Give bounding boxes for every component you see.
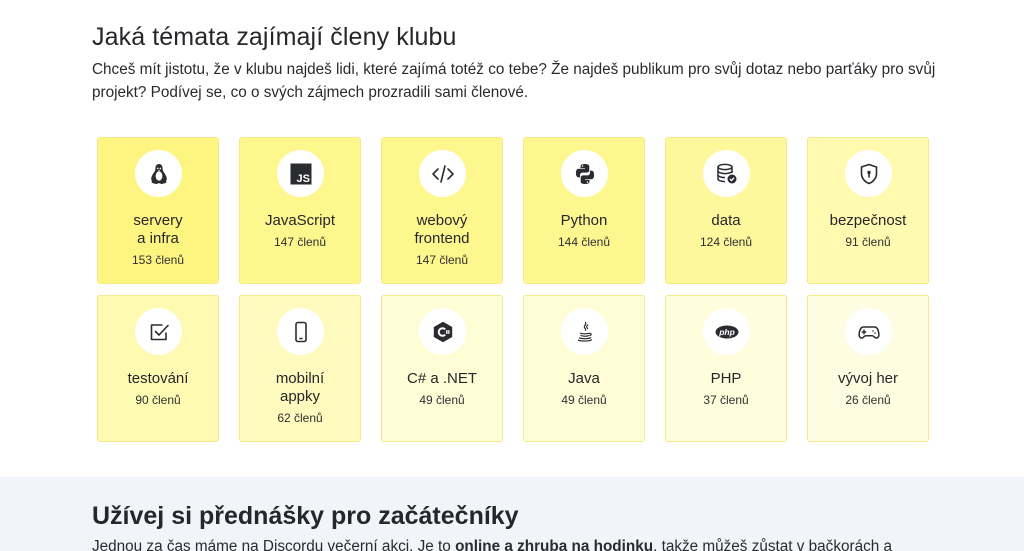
gamepad-icon [845, 308, 892, 355]
topic-member-count: 49 členů [419, 393, 465, 407]
topic-card-4: data 124 členů [665, 137, 787, 284]
topic-member-count: 49 členů [561, 393, 607, 407]
csharp-icon [419, 308, 466, 355]
topic-member-count: 153 členů [131, 253, 185, 267]
topic-member-count: 124 členů [699, 235, 753, 249]
topic-card-8: C# a .NET 49 členů [381, 295, 503, 442]
topic-card-3: Python 144 členů [523, 137, 645, 284]
javascript-icon: JS [277, 150, 324, 197]
python-icon [561, 150, 608, 197]
topic-name: webový frontend [414, 212, 470, 247]
topic-card-7: mobilní appky 62 členů [239, 295, 361, 442]
topic-card-6: testování 90 členů [97, 295, 219, 442]
topic-member-count: 144 členů [557, 235, 611, 249]
php-icon: php [703, 308, 750, 355]
topics-heading: Jaká témata zajímají členy klubu [92, 23, 457, 51]
code-icon [419, 150, 466, 197]
topics-grid: servery a infra 153 členů JS JavaScript 147 … [97, 137, 929, 442]
topic-name: servery a infra [133, 212, 183, 247]
talks-description-start: Jednou za čas máme na Discordu večerní a… [92, 538, 456, 551]
topic-card-9: Java 49 členů [523, 295, 645, 442]
topic-card-1: JS JavaScript 147 členů [239, 137, 361, 284]
topic-card-10: php PHP 37 členů [665, 295, 787, 442]
topic-name: Java [568, 370, 600, 387]
svg-text:JS: JS [296, 173, 309, 185]
topic-name: vývoj her [837, 370, 899, 387]
topic-card-5: bezpečnost 91 členů [807, 137, 929, 284]
checkbox-icon [135, 308, 182, 355]
topic-member-count: 26 členů [845, 393, 891, 407]
smartphone-icon [277, 308, 324, 355]
talks-description: Jednou za čas máme na Discordu večerní a… [92, 538, 992, 551]
talks-description-bold: online a zhruba na hodinku [455, 538, 654, 551]
talks-heading: Užívej si přednášky pro začátečníky [92, 502, 519, 530]
topic-name: JavaScript [264, 212, 336, 229]
topic-card-11: vývoj her 26 členů [807, 295, 929, 442]
topic-member-count: 147 členů [273, 235, 327, 249]
linux-tux-icon [135, 150, 182, 197]
topics-section: Jaká témata zajímají členy klubu Chceš m… [0, 0, 1024, 477]
topic-member-count: 91 členů [845, 235, 891, 249]
database-icon [703, 150, 750, 197]
topic-name: Python [560, 212, 608, 229]
topic-name: bezpečnost [829, 212, 907, 229]
topic-name: PHP [710, 370, 742, 387]
talks-section: Užívej si přednášky pro začátečníky Jedn… [0, 477, 1024, 551]
shield-icon [845, 150, 892, 197]
topics-description: Chceš mít jistotu, že v klubu najdeš lid… [92, 61, 936, 101]
topic-name: C# a .NET [406, 370, 478, 387]
topic-card-2: webový frontend 147 členů [381, 137, 503, 284]
topic-member-count: 62 členů [277, 411, 323, 425]
topic-member-count: 37 členů [703, 393, 749, 407]
topic-card-0: servery a infra 153 členů [97, 137, 219, 284]
svg-text:php: php [718, 327, 735, 337]
topic-member-count: 90 členů [135, 393, 181, 407]
topic-name: data [711, 212, 741, 229]
talks-description-end: , takže můžeš zůstat v bačkorách a [653, 538, 892, 551]
topic-member-count: 147 členů [415, 253, 469, 267]
topic-name: mobilní appky [275, 370, 325, 405]
java-icon [561, 308, 608, 355]
topic-name: testování [127, 370, 189, 387]
